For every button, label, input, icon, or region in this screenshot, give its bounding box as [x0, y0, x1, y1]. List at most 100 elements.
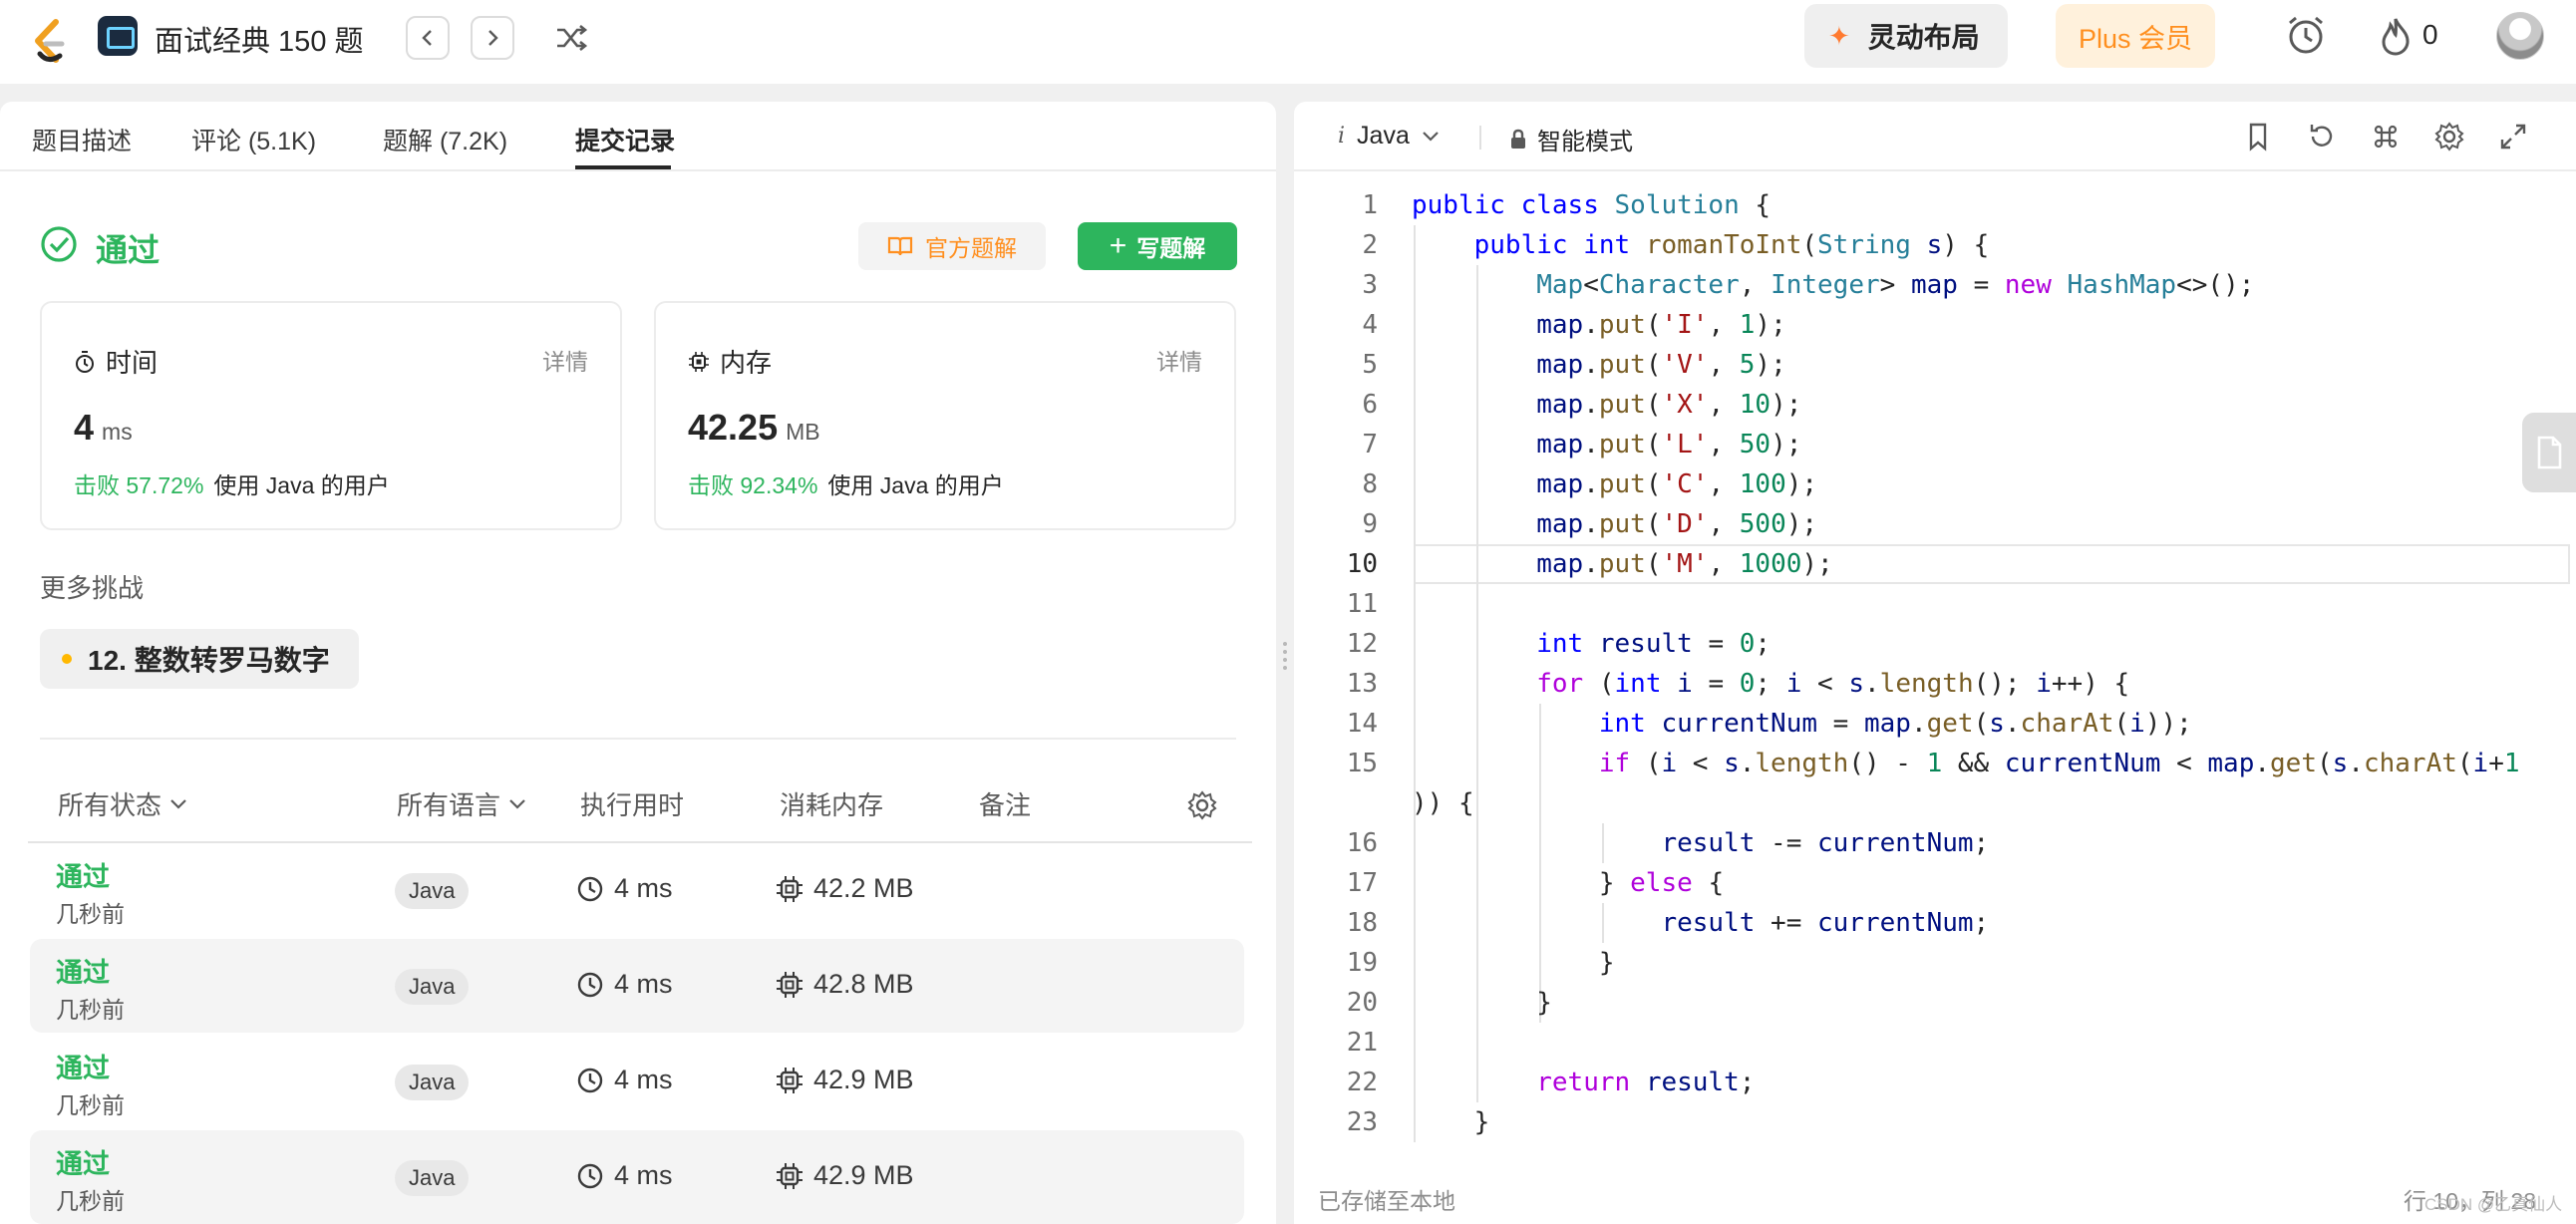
row-time-ago: 几秒前 — [56, 997, 125, 1023]
settings-gear-icon[interactable] — [2432, 120, 2466, 153]
tab-solutions[interactable]: 题解 (7.2K) — [383, 122, 507, 157]
code-text: map.put('C', 100); — [1536, 469, 1818, 499]
row-memory: 42.8 MB — [776, 969, 914, 1000]
runtime-detail-link[interactable]: 详情 — [542, 343, 588, 377]
code-line[interactable]: 11 — [1294, 584, 2576, 624]
smart-mode-label: 智能模式 — [1537, 129, 1633, 155]
tab-comments[interactable]: 评论 (5.1K) — [191, 122, 316, 157]
code-line[interactable]: 3 Map<Character, Integer> map = new Hash… — [1294, 265, 2576, 305]
code-line[interactable]: 17 } else { — [1294, 863, 2576, 903]
row-language-badge: Java — [395, 1065, 470, 1100]
line-number: 4 — [1362, 310, 1378, 340]
streak-count: 0 — [2422, 19, 2438, 50]
code-line[interactable]: 2 public int romanToInt(String s) { — [1294, 225, 2576, 265]
chevron-right-icon — [488, 30, 498, 46]
table-row[interactable]: 通过 几秒前 Java 4 ms 42.9 MB — [30, 1130, 1244, 1224]
row-status[interactable]: 通过 — [56, 951, 110, 990]
line-number: 1 — [1362, 190, 1378, 220]
row-status[interactable]: 通过 — [56, 1142, 110, 1181]
clock-icon — [577, 876, 603, 901]
code-line[interactable]: 19 } — [1294, 943, 2576, 983]
row-runtime: 4 ms — [576, 873, 673, 904]
notes-side-tab[interactable] — [2522, 413, 2576, 492]
code-line[interactable]: 16 result -= currentNum; — [1294, 823, 2576, 863]
code-line[interactable]: 8 map.put('C', 100); — [1294, 464, 2576, 504]
code-text: if (i < s.length() - 1 && currentNum < m… — [1598, 749, 2520, 778]
smart-mode-toggle[interactable]: 智能模式 — [1509, 122, 1633, 156]
check-circle-icon — [41, 226, 77, 262]
write-solution-button[interactable]: + 写题解 — [1078, 222, 1237, 270]
runtime-card: 时间 详情 4 ms 击败 57.72% 使用 Java 的用户 — [40, 301, 622, 530]
row-language-badge: Java — [395, 873, 470, 909]
row-time-ago: 几秒前 — [56, 901, 125, 927]
code-line[interactable]: 6 map.put('X', 10); — [1294, 385, 2576, 425]
code-line[interactable]: )) { — [1294, 783, 2576, 823]
challenge-problem-link[interactable]: 12. 整数转罗马数字 — [40, 629, 359, 689]
study-plan-title[interactable]: 面试经典 150 题 — [155, 18, 364, 60]
memory-detail-link[interactable]: 详情 — [1156, 343, 1202, 377]
code-text: result -= currentNum; — [1661, 828, 1990, 858]
table-row[interactable]: 通过 几秒前 Java 4 ms 42.8 MB — [30, 939, 1244, 1033]
leetcode-logo-icon[interactable] — [26, 14, 70, 70]
gear-icon[interactable] — [1186, 789, 1218, 821]
fullscreen-icon[interactable] — [2496, 120, 2530, 153]
code-line[interactable]: 9 map.put('D', 500); — [1294, 504, 2576, 544]
code-line[interactable]: 18 result += currentNum; — [1294, 903, 2576, 943]
code-line[interactable]: 23 } — [1294, 1102, 2576, 1142]
command-icon[interactable] — [2369, 120, 2403, 153]
code-line[interactable]: 20 } — [1294, 983, 2576, 1023]
row-status[interactable]: 通过 — [56, 1047, 110, 1085]
code-line[interactable]: 7 map.put('L', 50); — [1294, 425, 2576, 464]
memory-card: 内存 详情 42.25 MB 击败 92.34% 使用 Java 的用户 — [654, 301, 1236, 530]
code-text: result += currentNum; — [1661, 908, 1990, 938]
study-plan-icon[interactable] — [98, 16, 138, 56]
code-area[interactable]: 1 public class Solution {2 public int rom… — [1294, 185, 2576, 1162]
code-line[interactable]: 12 int result = 0; — [1294, 624, 2576, 664]
line-number: 6 — [1362, 390, 1378, 420]
tab-submissions[interactable]: 提交记录 — [575, 122, 675, 157]
code-text: map.put('L', 50); — [1536, 430, 1802, 459]
code-line[interactable]: 1 public class Solution { — [1294, 185, 2576, 225]
line-number: 2 — [1362, 230, 1378, 260]
line-number: 14 — [1346, 709, 1378, 739]
code-text: int currentNum = map.get(s.charAt(i)); — [1598, 709, 2192, 739]
dynamic-layout-button[interactable]: ✦ 灵动布局 — [1804, 4, 2008, 68]
chevron-down-icon — [509, 798, 525, 809]
line-number: 15 — [1346, 749, 1378, 778]
code-line[interactable]: 10 map.put('M', 1000); — [1294, 544, 2576, 584]
code-line[interactable]: 5 map.put('V', 5); — [1294, 345, 2576, 385]
prev-problem-button[interactable] — [406, 16, 450, 60]
row-status[interactable]: 通过 — [56, 855, 110, 894]
memory-label: 内存 — [688, 343, 772, 380]
bookmark-icon[interactable] — [2241, 120, 2275, 153]
reset-icon[interactable] — [2305, 120, 2339, 153]
runtime-number: 4 — [74, 407, 95, 448]
plus-member-button[interactable]: Plus 会员 — [2056, 4, 2215, 68]
streak-flame-icon[interactable] — [2379, 16, 2413, 56]
table-row[interactable]: 通过 几秒前 Java 4 ms 42.9 MB — [30, 1035, 1244, 1128]
top-bar: 面试经典 150 题 ✦ 灵动布局 Plus 会员 0 — [0, 0, 2576, 84]
official-solution-button[interactable]: 官方题解 — [858, 222, 1046, 270]
line-number: 16 — [1346, 828, 1378, 858]
code-line[interactable]: 22 return result; — [1294, 1063, 2576, 1102]
user-avatar[interactable] — [2496, 12, 2544, 60]
code-line[interactable]: 14 int currentNum = map.get(s.charAt(i))… — [1294, 704, 2576, 744]
code-line[interactable]: 4 map.put('I', 1); — [1294, 305, 2576, 345]
next-problem-button[interactable] — [471, 16, 514, 60]
status-filter[interactable]: 所有状态 — [58, 785, 187, 822]
code-line[interactable]: 21 — [1294, 1023, 2576, 1063]
code-line[interactable]: 13 for (int i = 0; i < s.length(); i++) … — [1294, 664, 2576, 704]
language-filter[interactable]: 所有语言 — [397, 785, 526, 822]
code-line[interactable]: 15 if (i < s.length() - 1 && currentNum … — [1294, 744, 2576, 783]
code-text: public int romanToInt(String s) { — [1473, 230, 1990, 260]
alarm-clock-icon[interactable] — [2285, 14, 2327, 56]
tab-description[interactable]: 题目描述 — [32, 122, 132, 157]
chip-icon — [777, 1162, 803, 1189]
language-selector[interactable]: i Java — [1338, 122, 1440, 151]
panel-resize-handle[interactable] — [1282, 638, 1288, 678]
row-memory: 42.9 MB — [776, 1160, 914, 1191]
line-number: 22 — [1346, 1068, 1378, 1097]
line-number: 7 — [1362, 430, 1378, 459]
table-row[interactable]: 通过 几秒前 Java 4 ms 42.2 MB — [30, 843, 1244, 937]
shuffle-icon[interactable] — [553, 20, 589, 56]
